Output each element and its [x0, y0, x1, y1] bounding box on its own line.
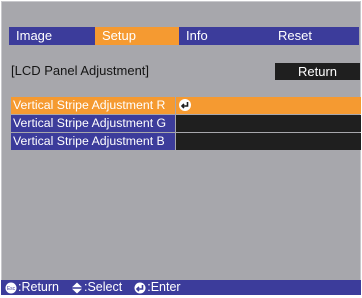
return-button[interactable]: Return	[275, 63, 360, 80]
footer-select-label: :Select	[84, 280, 123, 294]
help-footer: Esc :Return :Select :Enter	[1, 280, 361, 295]
tab-reset[interactable]: Reset	[265, 27, 359, 45]
footer-enter-hint: :Enter	[130, 280, 181, 295]
list-item-vertical-stripe-b[interactable]: Vertical Stripe Adjustment B	[11, 133, 361, 150]
list-item-value[interactable]	[176, 97, 361, 114]
list-item-value[interactable]	[176, 133, 361, 150]
svg-text:Esc: Esc	[7, 286, 16, 292]
footer-return-label: :Return	[18, 280, 59, 294]
esc-icon: Esc	[5, 282, 17, 294]
list-item-value[interactable]	[176, 115, 361, 132]
enter-icon	[134, 282, 146, 294]
adjustment-list: Vertical Stripe Adjustment R Vertical St…	[11, 97, 361, 151]
tab-image[interactable]: Image	[9, 27, 95, 45]
updown-arrow-icon	[71, 282, 83, 294]
footer-return-hint: Esc :Return	[1, 280, 59, 295]
list-item-label: Vertical Stripe Adjustment G	[11, 115, 175, 132]
menu-tab-bar: Image Setup Info Reset	[9, 27, 359, 45]
enter-icon	[179, 99, 191, 111]
list-item-label: Vertical Stripe Adjustment R	[11, 97, 175, 114]
section-title: [LCD Panel Adjustment]	[11, 63, 150, 78]
footer-enter-label: :Enter	[147, 280, 181, 294]
list-item-vertical-stripe-g[interactable]: Vertical Stripe Adjustment G	[11, 115, 361, 132]
tab-info[interactable]: Info	[179, 27, 265, 45]
list-item-vertical-stripe-r[interactable]: Vertical Stripe Adjustment R	[11, 97, 361, 114]
tab-setup[interactable]: Setup	[95, 27, 179, 45]
list-item-label: Vertical Stripe Adjustment B	[11, 133, 175, 150]
footer-select-hint: :Select	[67, 280, 122, 295]
